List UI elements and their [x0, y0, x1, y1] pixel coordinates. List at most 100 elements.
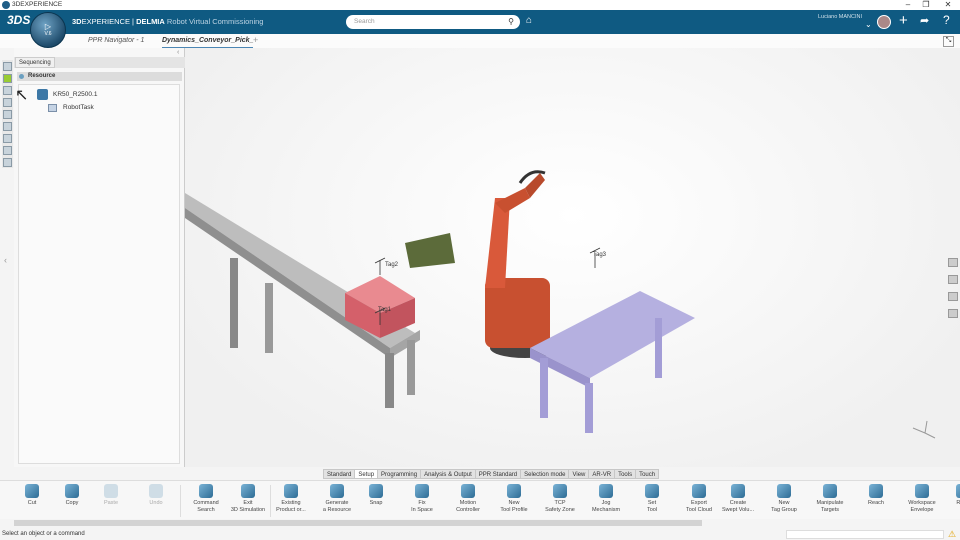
collapse-panel-icon[interactable]: ‹ [177, 49, 179, 56]
toolbar-tab-tools[interactable]: Tools [614, 469, 637, 479]
new-tool-profile-button[interactable]: New Tool Profile [491, 484, 537, 514]
create-swept-volu--button[interactable]: Create Swept Volu... [715, 484, 761, 514]
avatar[interactable] [877, 15, 891, 29]
toolbar-tab-setup[interactable]: Setup [354, 469, 379, 479]
tool-label: Paste [103, 500, 119, 506]
close-button[interactable]: ✕ [938, 0, 958, 10]
add-tab-button[interactable]: + [253, 34, 258, 48]
table[interactable] [530, 291, 695, 433]
section-icon[interactable] [948, 292, 958, 301]
tool-label: Motion [459, 500, 477, 506]
view-icon[interactable] [948, 258, 958, 267]
tree-item-kr50[interactable]: KR50_R2500.1 [53, 91, 97, 98]
warning-icon[interactable]: ⚠ [948, 529, 956, 540]
robot-icon[interactable] [3, 110, 12, 119]
scene-canvas[interactable]: Tag1 Tag2 Tag3 [185, 48, 960, 467]
layers-icon[interactable] [3, 146, 12, 155]
tool-sublabel: Product or... [276, 507, 306, 513]
home-icon[interactable] [3, 158, 12, 167]
toolbar-tab-programming[interactable]: Programming [377, 469, 422, 479]
tool-label: Fix [418, 500, 426, 506]
help-icon[interactable]: ? [943, 13, 950, 27]
process-icon[interactable] [3, 86, 12, 95]
resource-section-header[interactable]: Resource [17, 72, 182, 81]
toolbar-tab-view[interactable]: View [568, 469, 590, 479]
motion-controller-button[interactable]: Motion Controller [445, 484, 491, 514]
repo-to-icon [956, 484, 960, 498]
plus-icon[interactable]: + [899, 12, 908, 29]
motion-controller-icon [461, 484, 475, 498]
search-icon[interactable]: ⚲ [508, 15, 514, 29]
toolbar-tab-analysis-output[interactable]: Analysis & Output [420, 469, 476, 479]
tag3-label[interactable]: Tag3 [593, 252, 607, 258]
toolbar-scrollbar[interactable] [14, 520, 702, 526]
maximize-button[interactable]: ❐ [916, 0, 936, 10]
robot[interactable] [405, 170, 560, 358]
tool-sublabel: In Space [411, 507, 433, 513]
new-tag-group-button[interactable]: New Tag Group [761, 484, 807, 514]
toolbar-tabs: Standard Setup Programming Analysis & Outpu… [323, 469, 660, 479]
graph-icon[interactable] [3, 122, 12, 131]
render-icon[interactable] [948, 275, 958, 284]
tag2-label[interactable]: Tag2 [385, 262, 399, 268]
ds-logo-icon[interactable]: 3DS [7, 13, 30, 27]
toolbar-tab-ppr-standard[interactable]: PPR Standard [474, 469, 522, 479]
expand-panel-icon[interactable]: ‹ [4, 255, 7, 265]
share-icon[interactable]: ➦ [920, 14, 929, 27]
existing-product-or--button[interactable]: Existing Product or... [268, 484, 314, 514]
search-input[interactable]: Search ⚲ [346, 15, 520, 29]
undo-button[interactable]: Undo [133, 484, 179, 507]
resource-icon[interactable] [3, 74, 12, 83]
workspace-envelope-button[interactable]: Workspace Envelope [899, 484, 945, 514]
toolbar-tab-ar-vr[interactable]: AR-VR [588, 469, 616, 479]
command-input[interactable] [786, 530, 944, 539]
axis-triad-icon[interactable] [912, 420, 936, 439]
tool-sublabel: 3D Simulation [230, 507, 266, 513]
create-swept-volu--icon [731, 484, 745, 498]
existing-product-or--icon [284, 484, 298, 498]
exit-3d-simulation-button[interactable]: Exit 3D Simulation [225, 484, 271, 514]
tool-sublabel: Targets [820, 507, 840, 513]
snap-button[interactable]: Snap [353, 484, 399, 507]
exit-3d-simulation-icon [241, 484, 255, 498]
tree-item-robottask[interactable]: RobotTask [63, 104, 94, 111]
set-tool-button[interactable]: Set Tool [629, 484, 675, 514]
3d-viewport[interactable]: Tag1 Tag2 Tag3 [185, 48, 960, 467]
command-search-button[interactable]: Command Search [183, 484, 229, 514]
tool-label: Existing [281, 500, 301, 506]
repo-to-button[interactable]: Repoto [940, 484, 960, 514]
minimize-button[interactable]: – [898, 0, 918, 10]
tree-icon[interactable] [3, 62, 12, 71]
toolbar-tab-selection-mode[interactable]: Selection mode [520, 469, 570, 479]
tab-sequencing[interactable]: Sequencing [15, 57, 55, 68]
tcp-safety-zone-button[interactable]: TCP Safety Zone [537, 484, 583, 514]
camera-icon[interactable] [948, 309, 958, 318]
tool-sublabel: Tool [646, 507, 658, 513]
collapse-icon[interactable]: ⤡ [943, 36, 954, 47]
tag1-label[interactable]: Tag1 [378, 307, 392, 313]
toolbar-tab-standard[interactable]: Standard [323, 469, 356, 479]
toolbar-tab-touch[interactable]: Touch [635, 469, 660, 479]
fix-in-space-button[interactable]: Fix In Space [399, 484, 445, 514]
tool-sublabel: Search [197, 507, 215, 513]
tool-label: Snap [369, 500, 383, 506]
tab-dynamics-conveyor[interactable]: Dynamics_Conveyor_Pick_ [162, 34, 254, 48]
reach-button[interactable]: Reach [853, 484, 899, 507]
tag-icon[interactable]: ⌂ [526, 15, 532, 26]
compass-button[interactable]: ▷ V.6 [30, 12, 66, 48]
jog-mechanism-button[interactable]: Jog Mechanism [583, 484, 629, 514]
tool-label: Workspace [908, 500, 936, 506]
manipulate-targets-button[interactable]: Manipulate Targets [807, 484, 853, 514]
export-tool-cloud-icon [692, 484, 706, 498]
tool-label: Copy [65, 500, 79, 506]
tool-sublabel: Mechanism [591, 507, 621, 513]
fix-in-space-icon [415, 484, 429, 498]
grid-icon[interactable] [3, 134, 12, 143]
paste-button[interactable]: Paste [88, 484, 134, 507]
robot-resource-icon [37, 89, 48, 100]
tab-ppr-navigator[interactable]: PPR Navigator - 1 [88, 34, 144, 48]
chevron-down-icon[interactable]: ⌄ [865, 20, 872, 29]
new-tool-profile-icon [507, 484, 521, 498]
app-logo-icon [2, 1, 10, 9]
list-icon[interactable] [3, 98, 12, 107]
